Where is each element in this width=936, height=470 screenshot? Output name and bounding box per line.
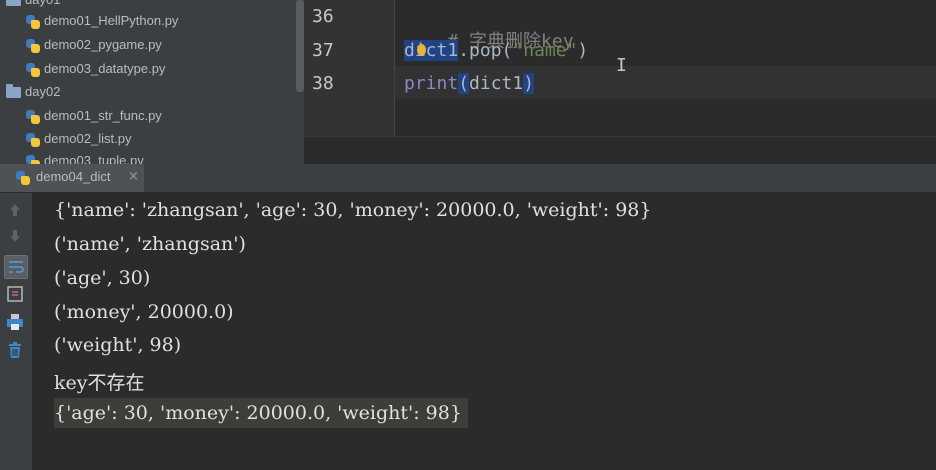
code-dot: . [458,40,470,61]
run-tab-label: demo04_dict [36,169,111,184]
code-identifier: dict1 [404,40,459,61]
python-file-icon [16,171,30,185]
tree-item-label: demo02_pygame.py [44,37,162,52]
console-output[interactable]: {'name': 'zhangsan', 'age': 30, 'money':… [32,193,936,470]
console-line: key不存在 [54,372,145,394]
console-line: ('weight', 98) [54,334,182,356]
tree-item-label: day01 [25,0,60,7]
run-toolbar [0,193,32,470]
soft-wrap-icon[interactable] [4,255,28,279]
code-string: "name" [512,40,578,61]
tree-item-label: demo02_list.py [44,131,132,146]
console-line-highlighted: {'age': 30, 'money': 20000.0, 'weight': … [54,398,468,428]
code-paren-close: ) [577,40,589,61]
line-number-38: 38 [312,73,334,94]
tree-scrollbar[interactable] [296,0,304,92]
code-paren-open: ( [501,40,513,61]
editor-divider [304,136,936,137]
tree-item-label: demo01_str_func.py [44,108,162,123]
tree-item-demo03-tuple[interactable]: demo03_tuple.py [26,150,144,164]
print-icon[interactable] [4,311,26,333]
project-tree: day01 demo01_HellPython.py demo02_pygame… [0,0,304,164]
folder-icon [6,0,21,7]
console-line: ('money', 20000.0) [54,301,234,323]
python-file-icon [26,14,40,29]
tree-item-label: demo03_datatype.py [44,61,166,76]
arrow-up-icon[interactable] [4,199,26,221]
tree-folder-day02[interactable]: day02 [6,81,60,103]
arrow-down-icon[interactable] [4,225,26,247]
line-number-36: 36 [312,6,334,27]
tree-item-label: demo01_HellPython.py [44,13,179,28]
tree-item-demo02-pygame[interactable]: demo02_pygame.py [26,34,162,56]
console-line: ('name', 'zhangsan') [54,233,246,255]
run-tool-window-header: demo04_dict × [0,164,936,193]
tree-item-demo03-datatype[interactable]: demo03_datatype.py [26,58,165,80]
tree-item-label: demo03_tuple.py [44,153,144,164]
text-cursor-icon: I [616,55,627,76]
code-identifier: dict1 [469,73,524,94]
python-file-icon [26,154,40,164]
console-line: ('age', 30) [54,267,151,289]
code-paren-open: ( [458,73,470,94]
python-file-icon [26,38,40,53]
code-editor[interactable]: 36 37 38 # 字典删除key dict1.pop("name") pri… [304,0,936,164]
tree-item-demo01-hellpython[interactable]: demo01_HellPython.py [26,10,178,32]
line-number-37: 37 [312,40,334,61]
tree-item-label: day02 [25,84,61,99]
run-tab[interactable]: demo04_dict × [0,164,144,192]
code-builtin: print [404,73,459,94]
scroll-to-end-icon[interactable] [4,283,26,305]
trash-icon[interactable] [4,339,26,361]
folder-icon [6,84,21,99]
tree-item-demo02-list[interactable]: demo02_list.py [26,128,131,150]
code-line-38[interactable]: print(dict1) [404,73,535,94]
code-line-37[interactable]: dict1.pop("name") [404,40,588,61]
python-file-icon [26,62,40,77]
python-file-icon [26,109,40,124]
intention-bulb-icon[interactable] [417,44,426,56]
close-icon[interactable]: × [128,169,139,184]
code-method: pop [469,40,502,61]
console-line: {'name': 'zhangsan', 'age': 30, 'money':… [54,199,652,221]
tree-item-demo01-str-func[interactable]: demo01_str_func.py [26,105,162,127]
python-file-icon [26,132,40,147]
code-paren-close: ) [523,73,535,94]
